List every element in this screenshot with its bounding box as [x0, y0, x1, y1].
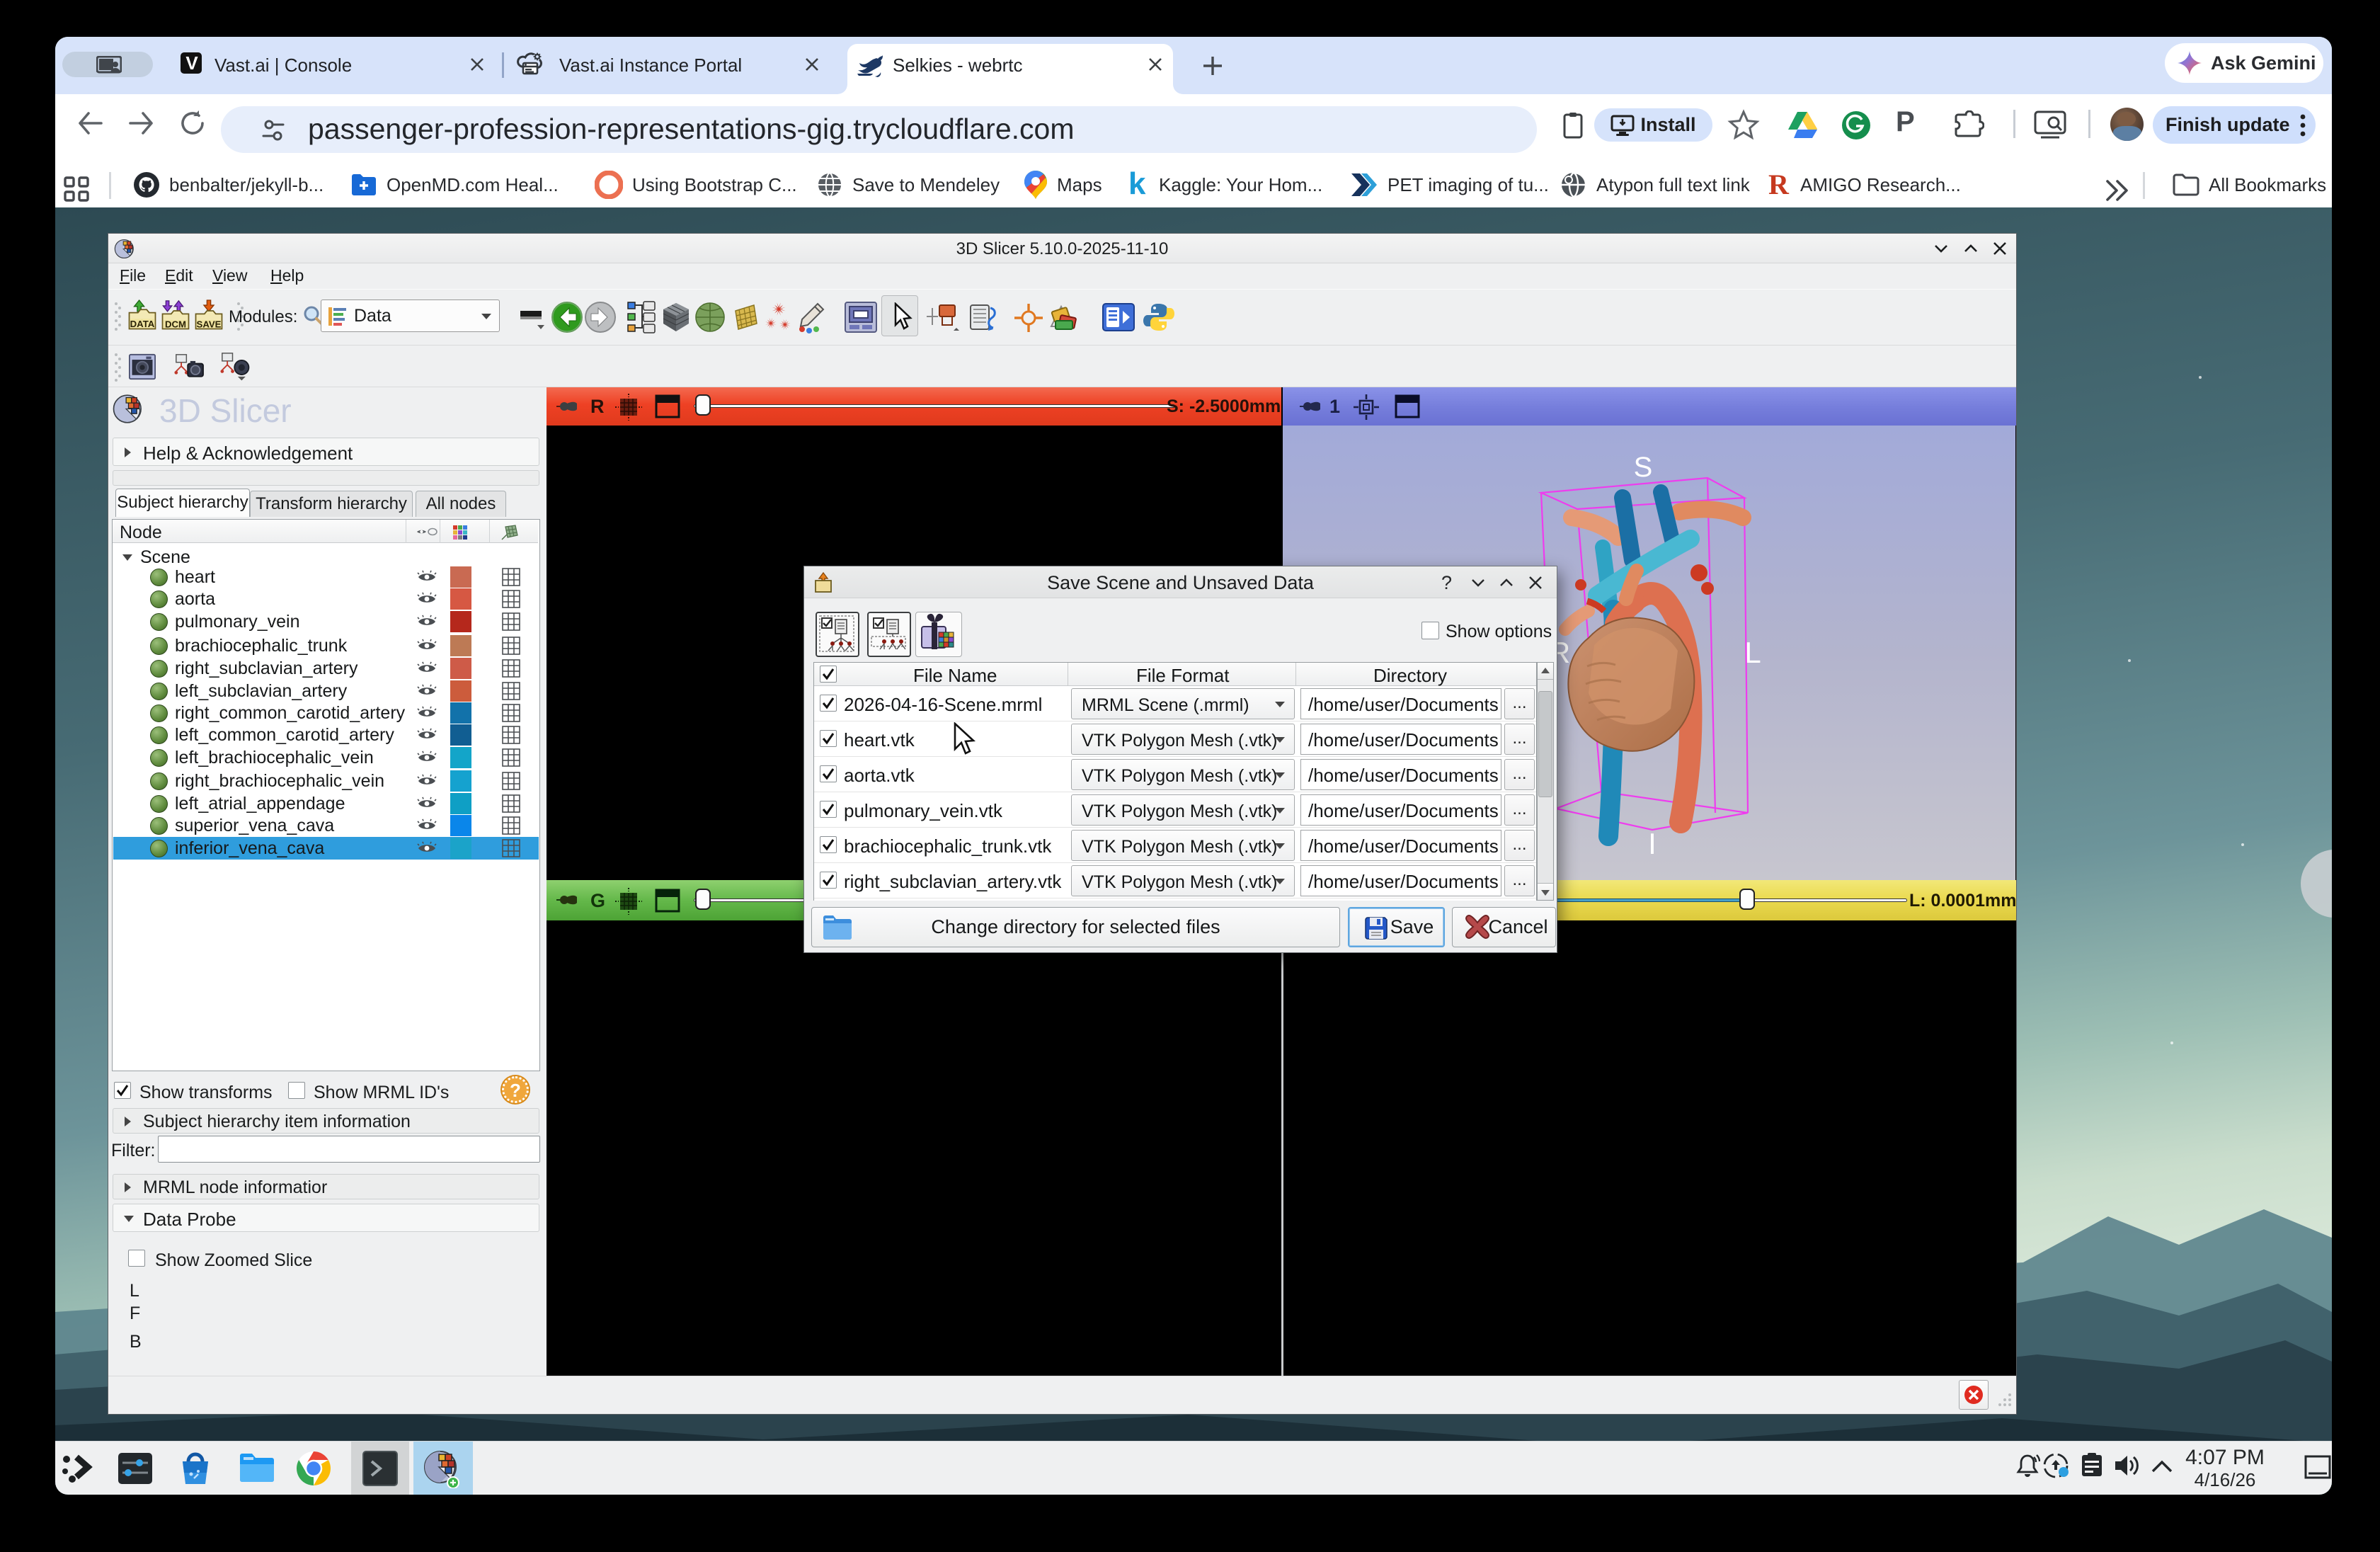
svg-text:S: S [1634, 452, 1653, 483]
svg-text:DCM: DCM [165, 319, 186, 330]
svg-text:L: L [1744, 636, 1761, 669]
svg-text:I: I [1648, 827, 1657, 860]
svg-text:SAVE: SAVE [197, 319, 222, 330]
svg-text:DATA: DATA [130, 319, 155, 329]
